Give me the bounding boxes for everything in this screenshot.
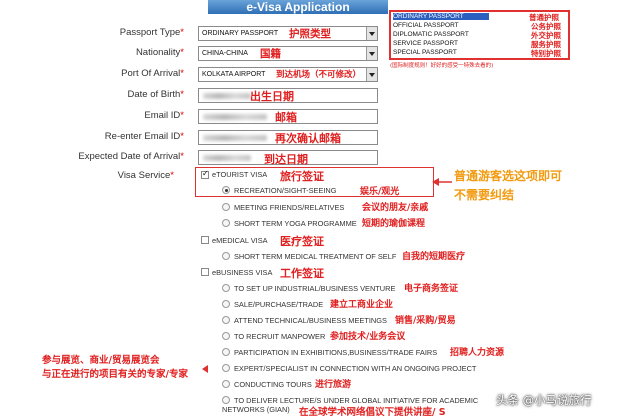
ebusiness-option-label: SALE/PURCHASE/TRADE — [234, 300, 324, 309]
emedical-option-note: 自我的短期医疗 — [402, 252, 466, 262]
chevron-down-icon[interactable] — [366, 27, 377, 40]
ebusiness-note: 工作签证 — [280, 267, 324, 280]
passport-type-select[interactable]: ORDINARY PASSPORT — [198, 26, 378, 41]
etourist-option-note: 短期的瑜伽课程 — [362, 219, 426, 229]
etourist-option-radio[interactable] — [222, 186, 230, 194]
tourist-tip-line2: 不需要纠结 — [454, 188, 515, 202]
ebusiness-option-radio[interactable] — [222, 284, 230, 292]
port-of-arrival-value: KOLKATA AIRPORT — [202, 71, 266, 78]
expected-date-note: 到达日期 — [264, 153, 308, 166]
ebusiness-option-label: ATTEND TECHNICAL/BUSINESS MEETINGS — [234, 316, 387, 325]
ebusiness-option-note: 进行旅游 — [315, 380, 352, 390]
arrow-left-icon — [432, 178, 452, 186]
dropdown-option-special[interactable]: SPECIAL PASSPORT — [393, 49, 457, 56]
ebusiness-option-radio[interactable] — [222, 316, 230, 324]
nationality-value: CHINA-CHINA — [202, 50, 248, 57]
emedical-checkbox[interactable] — [201, 236, 209, 244]
passport-type-label: Passport Type* — [119, 27, 184, 38]
ebusiness-option-radio[interactable] — [222, 300, 230, 308]
port-of-arrival-label: Port Of Arrival* — [121, 68, 184, 79]
ebusiness-option-radio[interactable] — [222, 364, 230, 372]
date-of-birth-label: Date of Birth* — [127, 89, 184, 100]
dropdown-option-diplomatic[interactable]: DIPLOMATIC PASSPORT — [393, 31, 469, 38]
ebusiness-option-radio[interactable] — [222, 380, 230, 388]
port-of-arrival-note: 到达机场（不可修改） — [276, 70, 362, 80]
etourist-option-label: RECREATION/SIGHT-SEEING — [234, 186, 337, 195]
ebusiness-option-note: 在全球学术网络倡议下提供讲座/ S — [299, 407, 446, 418]
email-note: 邮箱 — [275, 111, 297, 124]
ebusiness-option-label: PARTICIPATION IN EXHIBITIONS,BUSINESS/TR… — [234, 348, 438, 357]
nationality-label: Nationality* — [135, 47, 184, 58]
ebusiness-option-radio[interactable] — [222, 348, 230, 356]
ebusiness-option-label: CONDUCTING TOURS — [234, 380, 312, 389]
etourist-option-label: MEETING FRIENDS/RELATIVES — [234, 203, 345, 212]
page-title: e-Visa Application — [208, 0, 388, 14]
etourist-option-note: 娱乐/观光 — [360, 187, 400, 197]
ebusiness-option-label: TO RECRUIT MANPOWER — [234, 332, 326, 341]
dropdown-note-special: 特别护照 — [531, 49, 561, 58]
visa-service-label: Visa Service* — [117, 170, 174, 181]
dropdown-option-ordinary[interactable]: ORDINARY PASSPORT — [393, 13, 489, 20]
dropdown-footnote: (国际制度规则！好好的感受一特殊去看的) — [390, 63, 494, 69]
dropdown-option-service[interactable]: SERVICE PASSPORT — [393, 40, 458, 47]
etourist-option-radio[interactable] — [222, 203, 230, 211]
emedical-label: eMEDICAL VISA — [212, 236, 268, 245]
left-note-line2: 与正在进行的项目有关的专家/专家 — [42, 369, 188, 380]
arrow-left-icon — [202, 365, 208, 373]
emedical-note: 医疗签证 — [280, 235, 324, 248]
nationality-select[interactable]: CHINA-CHINA — [198, 46, 378, 61]
ebusiness-option-label: TO SET UP INDUSTRIAL/BUSINESS VENTURE — [234, 284, 396, 293]
passport-type-note: 护照类型 — [289, 28, 331, 40]
nationality-note: 国籍 — [260, 48, 281, 60]
reenter-email-label: Re-enter Email ID* — [104, 131, 184, 142]
etourist-option-radio[interactable] — [222, 219, 230, 227]
ebusiness-option-note: 参加技术/业务会议 — [330, 332, 406, 342]
ebusiness-option-label-cont: NETWORKS (GIAN) — [222, 405, 290, 414]
reenter-email-note: 再次确认邮箱 — [275, 132, 341, 145]
chevron-down-icon[interactable] — [366, 47, 377, 60]
ebusiness-option-note: 电子商务签证 — [404, 284, 459, 294]
expected-date-label: Expected Date of Arrival* — [78, 151, 184, 162]
emedical-option-radio[interactable] — [222, 252, 230, 260]
watermark: 头条 @小马说旅行 — [496, 393, 592, 407]
left-note-line1: 参与展览、商业/贸易展览会 — [42, 355, 160, 366]
dropdown-option-official[interactable]: OFFICIAL PASSPORT — [393, 22, 459, 29]
ebusiness-option-radio[interactable] — [222, 332, 230, 340]
chevron-down-icon[interactable] — [366, 68, 377, 81]
etourist-option-label: SHORT TERM YOGA PROGRAMME — [234, 219, 357, 228]
ebusiness-option-note: 建立工商业企业 — [330, 300, 394, 310]
passport-type-value: ORDINARY PASSPORT — [202, 30, 279, 37]
date-of-birth-note: 出生日期 — [250, 90, 294, 103]
ebusiness-checkbox[interactable] — [201, 268, 209, 276]
tourist-tip-line1: 普通游客选这项即可 — [454, 169, 563, 183]
ebusiness-label: eBUSINESS VISA — [212, 268, 273, 277]
email-label: Email ID* — [144, 110, 184, 121]
etourist-note: 旅行签证 — [280, 170, 324, 183]
emedical-option-label: SHORT TERM MEDICAL TREATMENT OF SELF — [234, 252, 397, 261]
ebusiness-option-radio[interactable] — [222, 396, 230, 404]
ebusiness-option-note: 招聘人力资源 — [450, 348, 505, 358]
ebusiness-option-note: 销售/采购/贸易 — [395, 316, 456, 326]
ebusiness-option-label: EXPERT/SPECIALIST IN CONNECTION WITH AN … — [234, 364, 477, 373]
etourist-option-note: 会议的朋友/亲戚 — [362, 203, 429, 213]
etourist-label: eTOURIST VISA — [212, 170, 268, 179]
passport-type-dropdown-list: ORDINARY PASSPORT OFFICIAL PASSPORT DIPL… — [389, 10, 570, 60]
etourist-checkbox[interactable] — [201, 169, 209, 179]
